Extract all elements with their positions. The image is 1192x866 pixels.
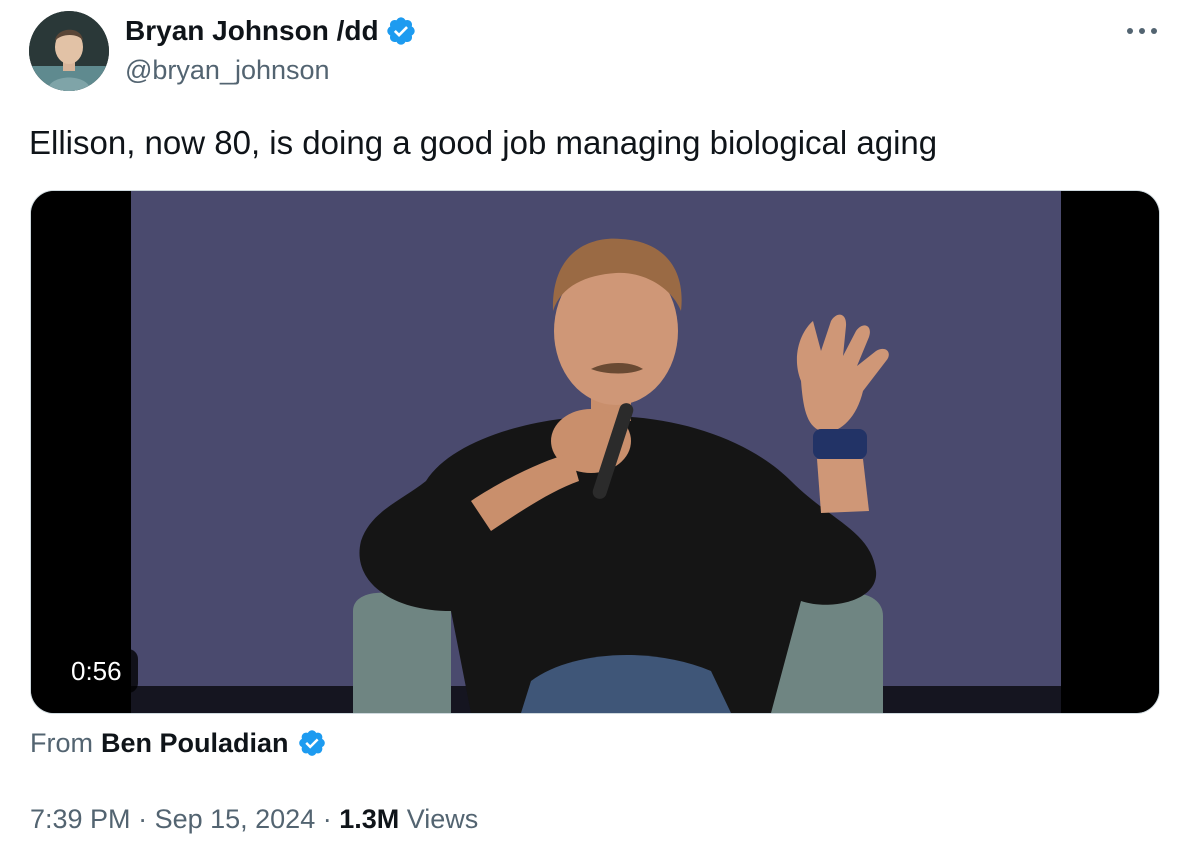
- attribution-prefix: From: [30, 728, 93, 758]
- author-display-name[interactable]: Bryan Johnson /dd: [125, 14, 379, 48]
- tweet-text: Ellison, now 80, is doing a good job man…: [29, 124, 938, 161]
- video-player[interactable]: 0:56: [30, 190, 1160, 714]
- meta-separator: ·: [315, 804, 340, 834]
- more-options-button[interactable]: [1122, 16, 1162, 46]
- more-horizontal-icon: [1127, 28, 1157, 34]
- author-handle[interactable]: @bryan_johnson: [125, 54, 330, 86]
- avatar[interactable]: [29, 11, 109, 91]
- avatar-image: [29, 11, 109, 91]
- verified-badge-icon: [386, 17, 415, 45]
- author-name-row[interactable]: Bryan Johnson /dd: [125, 14, 417, 48]
- verified-badge-icon: [298, 730, 325, 756]
- views-label: Views: [399, 804, 479, 834]
- views-count[interactable]: 1.3M: [339, 802, 399, 836]
- video-thumbnail: [31, 191, 1159, 713]
- tweet-date[interactable]: Sep 15, 2024: [155, 802, 316, 836]
- tweet-time[interactable]: 7:39 PM: [30, 802, 131, 836]
- attribution-author[interactable]: Ben Pouladian: [101, 726, 289, 760]
- meta-separator: ·: [130, 804, 155, 834]
- tweet-meta: 7:39 PM · Sep 15, 2024 · 1.3M Views: [30, 802, 478, 836]
- video-duration: 0:56: [55, 649, 138, 693]
- video-attribution: From Ben Pouladian: [30, 726, 327, 760]
